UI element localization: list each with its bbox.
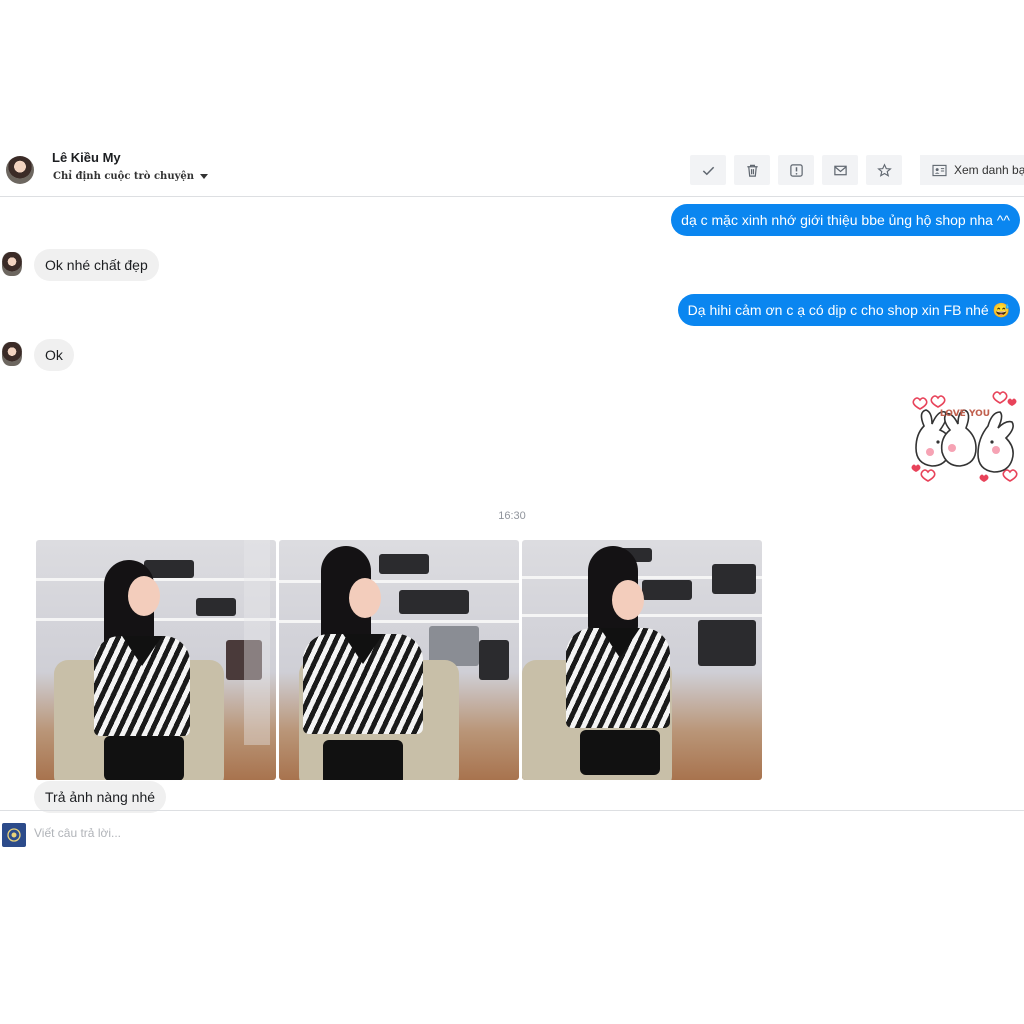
- bunnies-sticker-image: LOVE YOU: [911, 391, 1018, 482]
- contact-avatar[interactable]: [6, 156, 34, 184]
- page-avatar: [2, 823, 26, 847]
- mark-done-button[interactable]: [690, 155, 726, 185]
- reply-input[interactable]: [34, 826, 534, 840]
- conversation-header: Lê Kiều My Chỉ định cuộc trò chuyện Xem …: [0, 140, 1024, 197]
- caret-down-icon: [200, 174, 209, 179]
- sender-avatar: [2, 342, 22, 366]
- sender-avatar: [2, 252, 22, 276]
- message-bubble-outgoing[interactable]: Dạ hihi cảm ơn c ạ có dịp c cho shop xin…: [677, 294, 1020, 326]
- star-button[interactable]: [866, 155, 902, 185]
- check-icon: [702, 166, 714, 175]
- page-logo-icon: [7, 828, 21, 842]
- photo-attachment[interactable]: [279, 540, 519, 780]
- trash-icon: [746, 164, 758, 177]
- mark-unread-button[interactable]: [822, 155, 858, 185]
- view-contact-label: Xem danh bạ: [954, 163, 1024, 177]
- photo-attachment[interactable]: [36, 540, 276, 780]
- photo-caption-bubble[interactable]: Trả ảnh nàng nhé: [34, 781, 167, 813]
- contact-card-icon: [932, 164, 947, 176]
- report-spam-button[interactable]: [778, 155, 814, 185]
- envelope-icon: [833, 165, 847, 175]
- contact-name[interactable]: Lê Kiều My: [52, 150, 121, 165]
- assign-conversation-dropdown[interactable]: Chỉ định cuộc trò chuyện: [53, 171, 209, 182]
- message-timestamp: 16:30: [498, 510, 526, 522]
- assign-conversation-label: Chỉ định cuộc trò chuyện: [53, 171, 195, 182]
- delete-button[interactable]: [734, 155, 770, 185]
- love-you-sticker[interactable]: LOVE YOU: [908, 386, 1022, 490]
- message-bubble-incoming[interactable]: Ok: [34, 339, 74, 371]
- star-icon: [876, 162, 892, 177]
- alert-icon: [789, 163, 803, 177]
- message-bubble-incoming[interactable]: Ok nhé chất đẹp: [34, 249, 159, 281]
- reply-bar: [0, 810, 1024, 856]
- view-contact-button[interactable]: Xem danh bạ: [920, 155, 1024, 185]
- message-bubble-outgoing[interactable]: dạ c mặc xinh nhớ giới thiệu bbe ủng hộ …: [671, 204, 1020, 236]
- photo-attachment[interactable]: [522, 540, 762, 780]
- sticker-text: LOVE YOU: [940, 409, 990, 419]
